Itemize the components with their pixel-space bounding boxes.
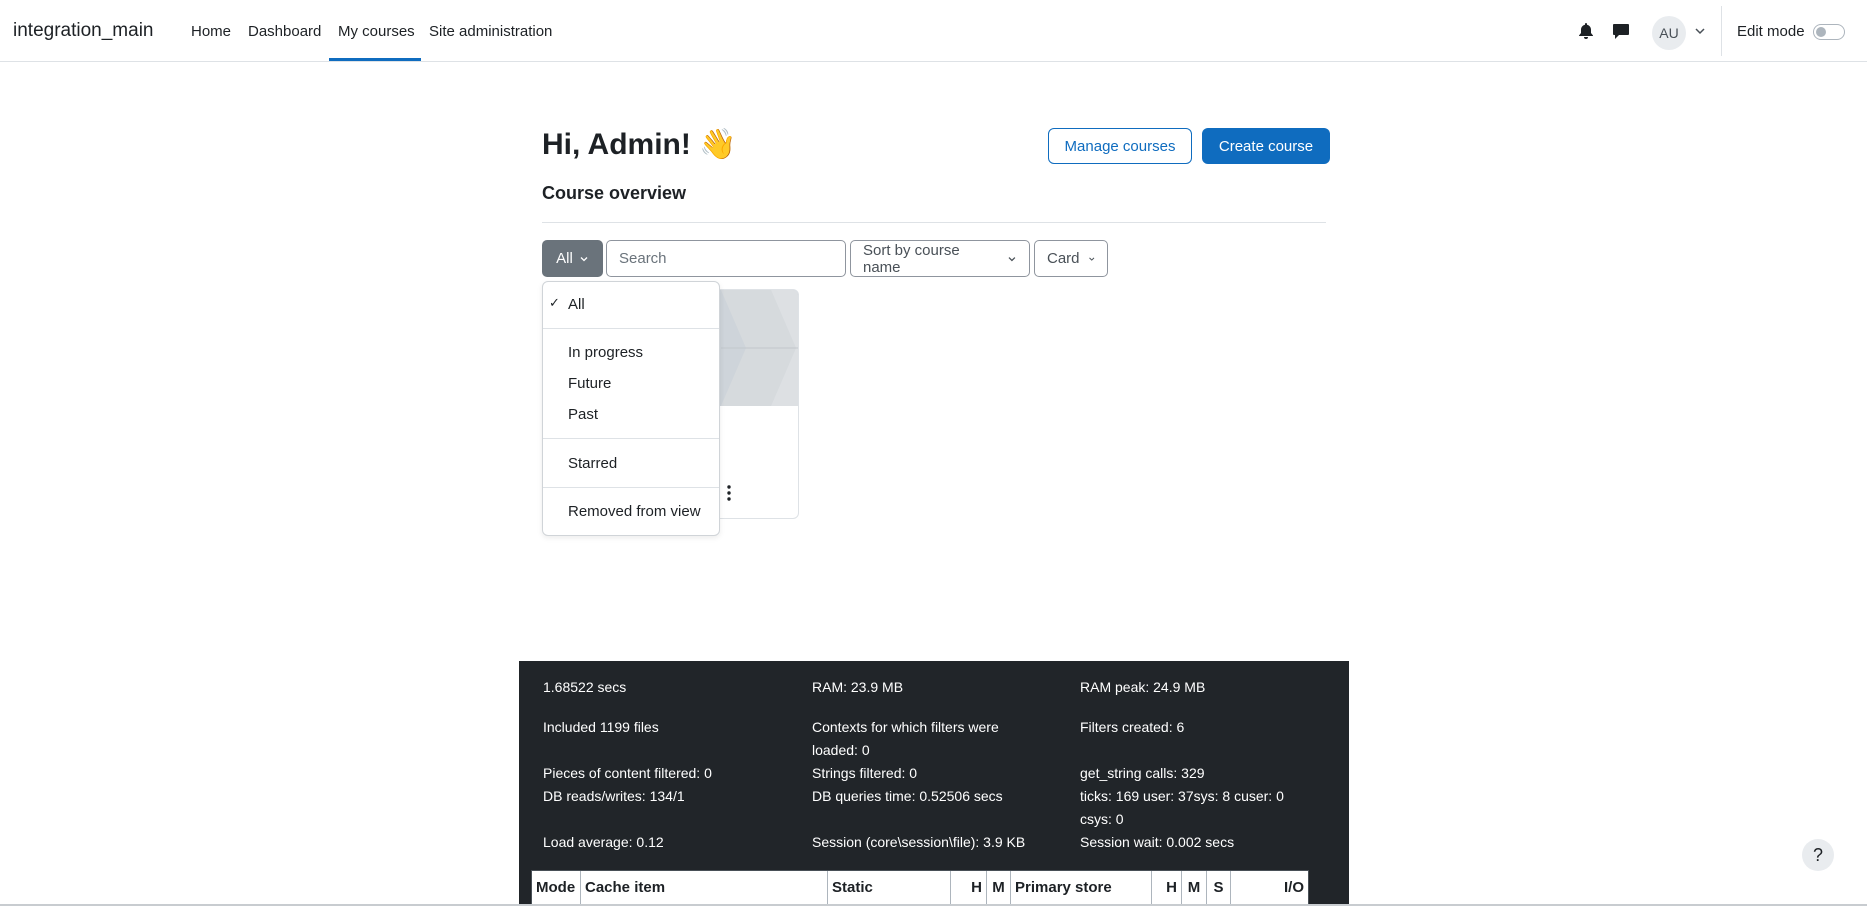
chevron-down-icon xyxy=(1008,256,1016,261)
sort-dropdown[interactable]: Sort by course name xyxy=(850,240,1030,277)
perf-time: 1.68522 secs xyxy=(543,679,627,695)
sort-label: Sort by course name xyxy=(863,241,960,276)
chevron-down-icon xyxy=(580,256,588,261)
perf-strings-filtered: Strings filtered: 0 xyxy=(812,765,918,781)
active-nav-indicator xyxy=(329,58,421,61)
edit-mode-toggle[interactable] xyxy=(1813,24,1845,40)
col-primary-store: Primary store xyxy=(1011,871,1152,906)
nav-site-administration[interactable]: Site administration xyxy=(429,23,552,40)
col-primary-m: M xyxy=(1182,871,1207,906)
chevron-down-icon xyxy=(1088,257,1094,261)
course-actions-kebab-icon[interactable] xyxy=(724,484,734,502)
dropdown-item-starred[interactable]: Starred xyxy=(568,455,617,472)
col-primary-h: H xyxy=(1152,871,1182,906)
perf-included-files: Included 1199 files xyxy=(543,719,659,735)
view-label: Card xyxy=(1047,250,1080,267)
perf-session-size: Session (core\session\file): 3.9 KB xyxy=(812,834,1026,850)
perf-csys: csys: 0 xyxy=(1080,811,1124,827)
dropdown-item-future[interactable]: Future xyxy=(568,375,611,392)
performance-info-panel: 1.68522 secs RAM: 23.9 MB RAM peak: 24.9… xyxy=(519,661,1349,906)
col-io: I/O xyxy=(1283,879,1304,896)
user-avatar[interactable]: AU xyxy=(1652,16,1686,50)
notifications-bell-icon[interactable] xyxy=(1575,20,1597,42)
col-h: H xyxy=(951,871,987,906)
view-dropdown[interactable]: Card xyxy=(1034,240,1108,277)
dropdown-divider xyxy=(543,487,719,488)
section-divider xyxy=(542,222,1326,223)
perf-contexts-line2: loaded: 0 xyxy=(812,742,870,758)
perf-ram-peak: RAM peak: 24.9 MB xyxy=(1080,679,1206,695)
perf-ram: RAM: 23.9 MB xyxy=(812,679,904,695)
nav-my-courses[interactable]: My courses xyxy=(338,23,415,40)
messages-chat-icon[interactable] xyxy=(1610,20,1632,42)
perf-ticks: ticks: 169 user: 37sys: 8 cuser: 0 xyxy=(1080,788,1284,804)
grouping-dropdown-menu: ✓ All In progress Future Past Starred Re… xyxy=(542,281,720,536)
dropdown-item-all[interactable]: All xyxy=(568,296,585,313)
col-primary-s: S xyxy=(1207,871,1231,906)
checkmark-icon: ✓ xyxy=(549,295,560,310)
col-mode: Mode xyxy=(532,871,581,906)
dropdown-divider xyxy=(543,438,719,439)
perf-db-queries-time: DB queries time: 0.52506 secs xyxy=(812,788,1003,804)
perf-pieces-filtered: Pieces of content filtered: 0 xyxy=(543,765,712,781)
col-m: M xyxy=(987,871,1011,906)
chevron-down-icon[interactable] xyxy=(1693,24,1707,38)
toggle-knob xyxy=(1816,27,1826,37)
manage-courses-button[interactable]: Manage courses xyxy=(1048,128,1192,164)
help-button[interactable]: ? xyxy=(1802,839,1834,871)
col-static: Static xyxy=(828,871,951,906)
grouping-filter-button[interactable]: All xyxy=(542,240,603,277)
grouping-filter-label: All xyxy=(556,250,573,267)
nav-home[interactable]: Home xyxy=(191,23,231,40)
site-brand[interactable]: integration_main xyxy=(13,20,153,42)
cache-table-header: Mode Cache item Static H M Primary store… xyxy=(531,870,1309,906)
perf-load-average: Load average: 0.12 xyxy=(543,834,664,850)
navbar-divider xyxy=(1721,6,1722,56)
dropdown-item-past[interactable]: Past xyxy=(568,406,598,423)
edit-mode-label: Edit mode xyxy=(1737,23,1805,40)
top-navbar: integration_main Home Dashboard My cours… xyxy=(0,0,1867,62)
col-cache-item: Cache item xyxy=(581,871,828,906)
dropdown-divider xyxy=(543,328,719,329)
course-overview-title: Course overview xyxy=(542,183,687,203)
perf-get-string: get_string calls: 329 xyxy=(1080,765,1205,781)
perf-filters-created: Filters created: 6 xyxy=(1080,719,1185,735)
perf-contexts-line1: Contexts for which filters were xyxy=(812,719,999,735)
page-greeting: Hi, Admin! 👋 xyxy=(542,128,737,161)
create-course-button[interactable]: Create course xyxy=(1202,128,1330,164)
dropdown-item-removed-from-view[interactable]: Removed from view xyxy=(568,503,701,520)
nav-dashboard[interactable]: Dashboard xyxy=(248,23,321,40)
perf-session-wait: Session wait: 0.002 secs xyxy=(1080,834,1235,850)
course-search-input[interactable] xyxy=(606,240,846,277)
dropdown-item-in-progress[interactable]: In progress xyxy=(568,344,643,361)
perf-db-reads-writes: DB reads/writes: 134/1 xyxy=(543,788,685,804)
